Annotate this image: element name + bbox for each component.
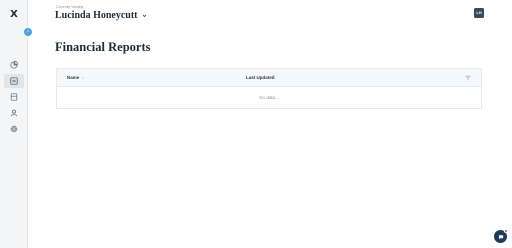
reports-icon (10, 77, 18, 85)
user-avatar[interactable]: LH (474, 8, 484, 18)
column-header-last-updated[interactable]: Last Updated (246, 69, 275, 87)
documents-icon (10, 93, 18, 101)
notification-badge (504, 229, 508, 233)
account-name: Lucinda Honeycutt (55, 10, 138, 21)
account-switcher[interactable]: Lucinda Honeycutt (55, 10, 147, 21)
sidebar-item-settings[interactable] (4, 122, 24, 136)
pie-chart-icon (10, 61, 18, 69)
column-label: Last Updated (246, 75, 275, 80)
table-header: Name Last Updated (57, 69, 481, 87)
page-title: Financial Reports (55, 40, 151, 54)
logo[interactable]: X (9, 10, 19, 20)
sidebar-item-users[interactable] (4, 106, 24, 120)
sidebar-item-reports[interactable] (4, 74, 24, 88)
sidebar-item-documents[interactable] (4, 90, 24, 104)
column-header-name[interactable]: Name (67, 69, 85, 87)
column-label: Name (67, 75, 80, 80)
empty-state: No data... (259, 95, 279, 100)
settings-icon (10, 125, 18, 133)
chat-icon (498, 234, 503, 239)
filter-icon (465, 75, 471, 81)
sidebar-item-dashboard[interactable] (4, 58, 24, 72)
filter-button[interactable] (465, 75, 471, 81)
sidebar: X (0, 0, 28, 248)
viewing-label: Currently Viewing (56, 5, 84, 9)
sidebar-expand-button[interactable]: › (24, 28, 32, 36)
chevron-down-icon (142, 14, 146, 17)
users-icon (10, 109, 18, 117)
reports-table: Name Last Updated No data... (56, 68, 482, 109)
sort-icon (82, 77, 85, 79)
